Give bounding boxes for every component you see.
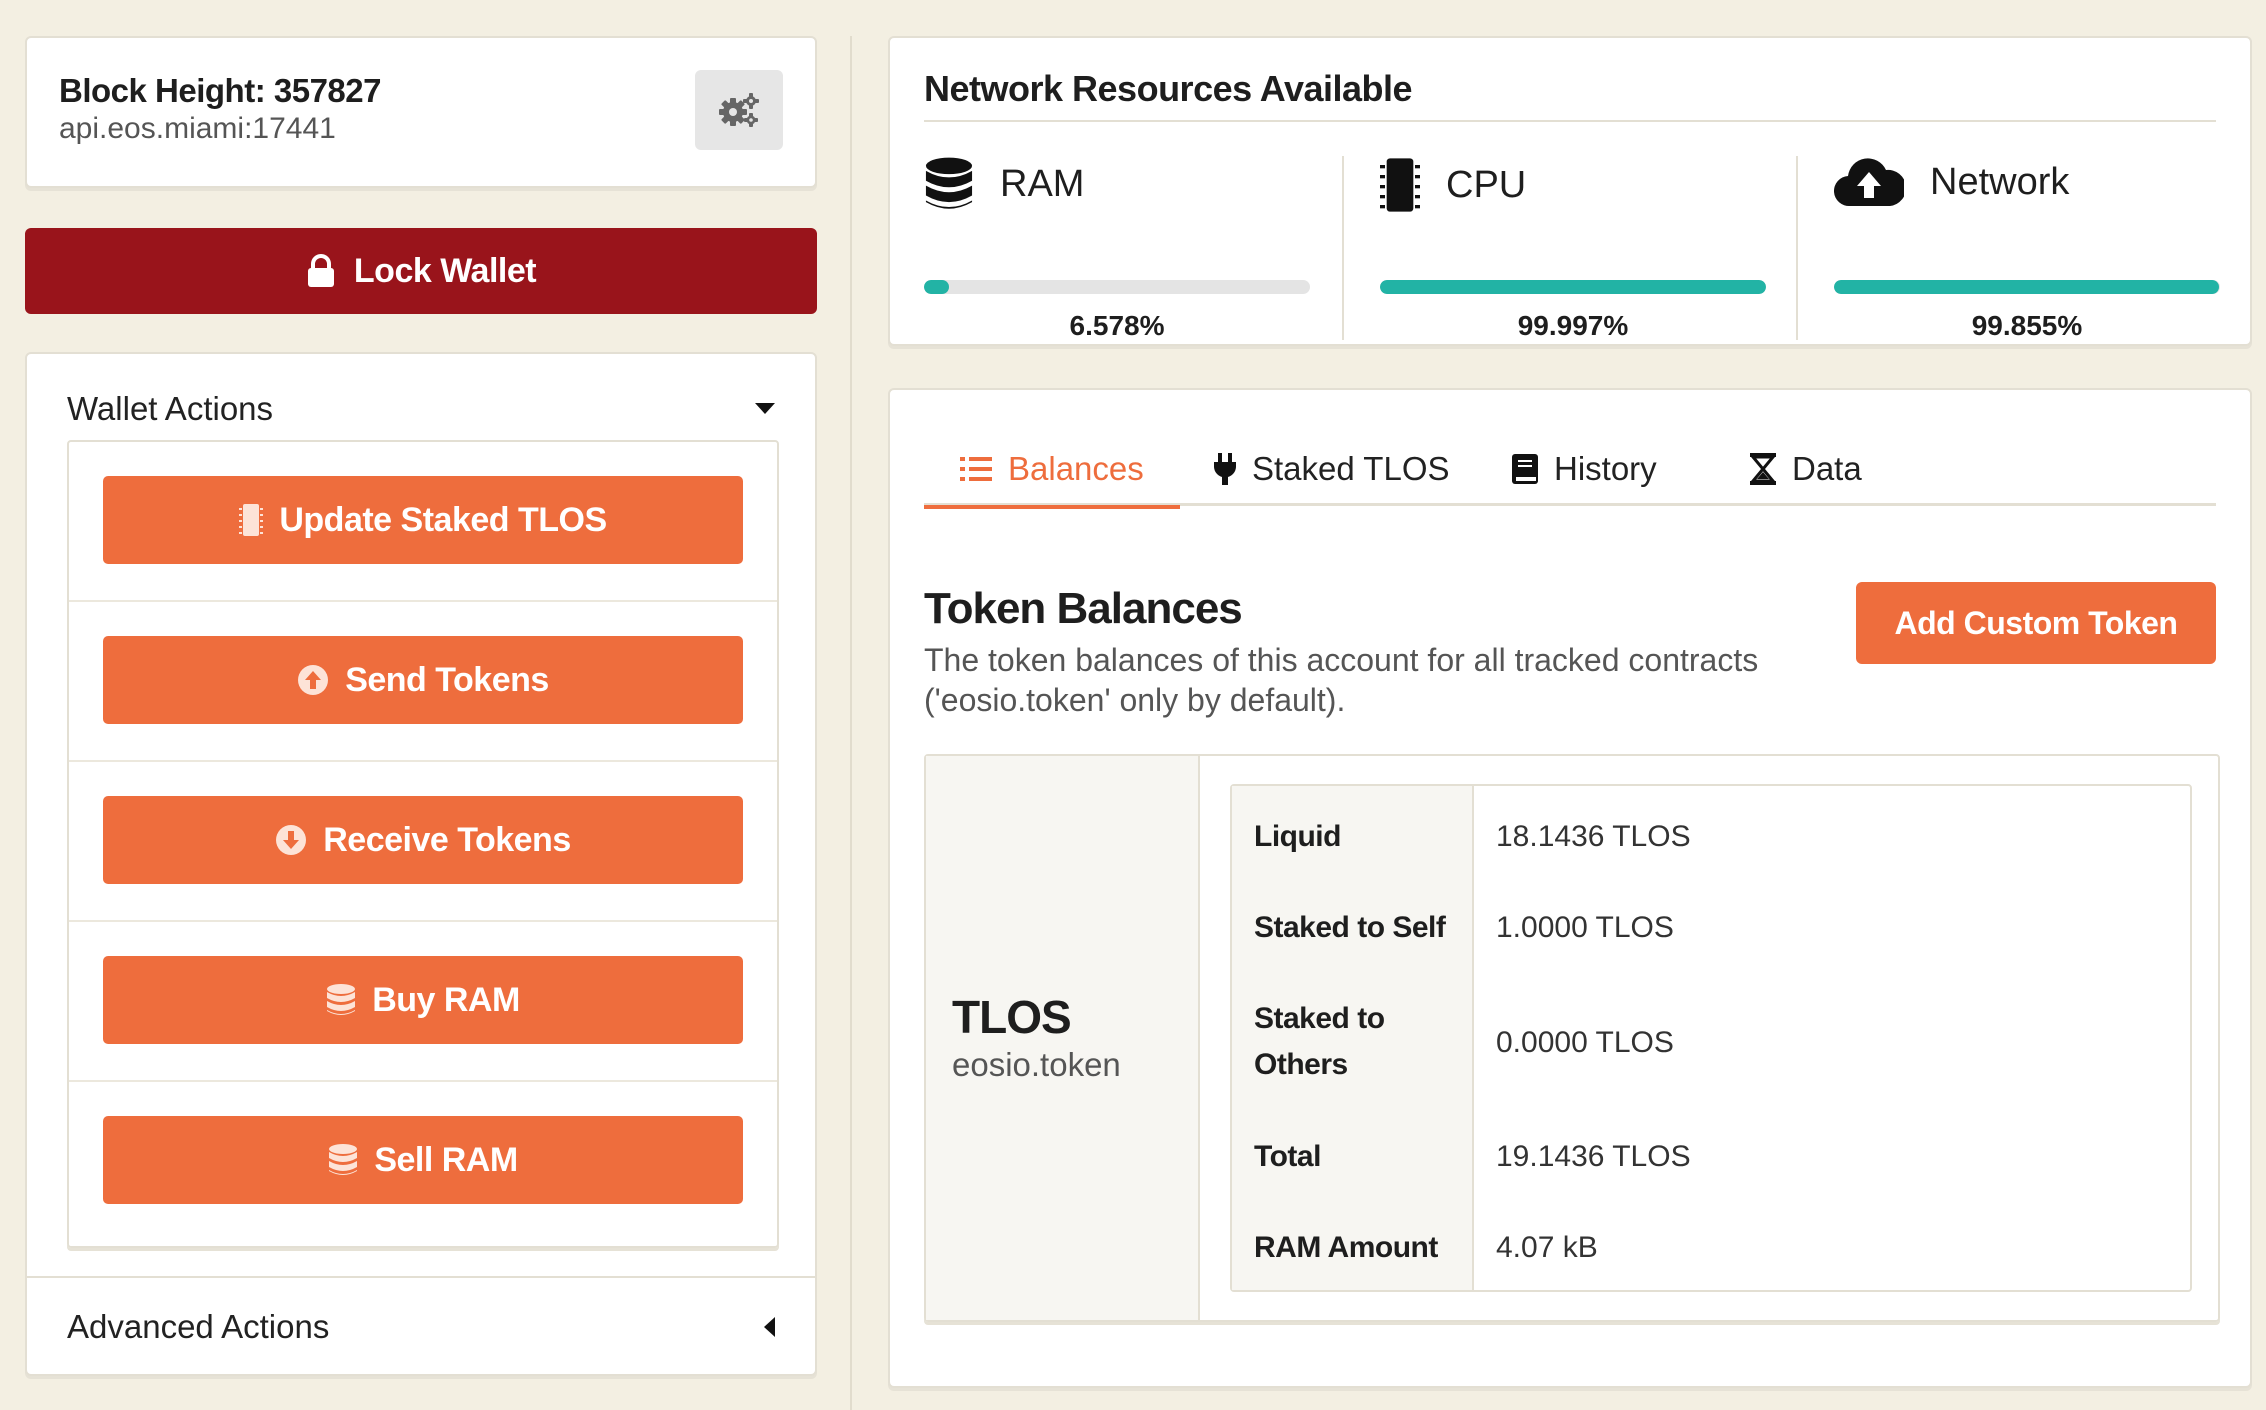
- progress-bar: [924, 280, 1310, 294]
- resource-percent: 99.997%: [1517, 310, 1629, 341]
- list-item: Receive Tokens: [69, 762, 777, 922]
- api-endpoint: api.eos.miami:17441: [59, 112, 336, 145]
- row-label: Staked to Self: [1254, 911, 1446, 944]
- progress-bar: [1380, 280, 1766, 294]
- arrow-circle-down-icon: [275, 824, 307, 856]
- progress-fill: [924, 280, 950, 294]
- cogs-icon: [718, 92, 760, 128]
- database-icon: [328, 1143, 358, 1177]
- tab-label: Data: [1792, 450, 1862, 487]
- progress-fill: [1380, 280, 1766, 294]
- row-label: Liquid: [1254, 820, 1341, 853]
- progress-bar: [1834, 280, 2220, 294]
- list-item: Send Tokens: [69, 602, 777, 762]
- sell-ram-button[interactable]: Sell RAM: [103, 1116, 743, 1204]
- wallet-actions-header[interactable]: Wallet Actions: [67, 384, 775, 434]
- buy-ram-label: Buy RAM: [372, 980, 520, 1019]
- token-table: TLOS eosio.token Liquid 18.1436 TLOS Sta…: [924, 754, 2220, 1322]
- receive-tokens-label: Receive Tokens: [323, 820, 571, 859]
- add-custom-token-button[interactable]: Add Custom Token: [1856, 582, 2216, 664]
- resource-ram: RAM 6.578%: [924, 142, 1310, 341]
- list-item: Sell RAM: [69, 1082, 777, 1242]
- resource-name: RAM: [1000, 162, 1085, 205]
- plug-icon: [1214, 453, 1236, 485]
- microchip-icon: [1380, 156, 1420, 214]
- block-height-value: 357827: [273, 72, 382, 109]
- database-icon: [924, 156, 974, 212]
- block-height-label: Block Height:: [59, 72, 266, 109]
- update-staked-tlos-button[interactable]: Update Staked TLOS: [103, 476, 743, 564]
- wallet-actions-card: Wallet Actions Update Staked TLOS Send T…: [25, 352, 817, 1376]
- row-label: Total: [1254, 1140, 1321, 1173]
- tab-label: Staked TLOS: [1252, 450, 1450, 487]
- caret-left-icon: [763, 1317, 775, 1337]
- tab-label: Balances: [1008, 449, 1144, 487]
- row-label: Staked to Others: [1254, 1002, 1385, 1081]
- database-icon: [326, 983, 356, 1017]
- list-item: Buy RAM: [69, 922, 777, 1082]
- send-tokens-label: Send Tokens: [345, 660, 549, 699]
- arrow-circle-up-icon: [297, 664, 329, 696]
- row-label: RAM Amount: [1254, 1231, 1438, 1264]
- tab-staked-tlos[interactable]: Staked TLOS: [1214, 432, 1450, 506]
- hourglass-icon: [1750, 453, 1776, 485]
- block-height: Block Height: 357827: [59, 72, 381, 110]
- list-item: Update Staked TLOS: [69, 442, 777, 602]
- tab-balances[interactable]: Balances: [924, 432, 1180, 509]
- column-divider: [850, 36, 852, 1410]
- token-contract: eosio.token: [952, 1046, 1121, 1083]
- resource-cpu: CPU 99.997%: [1380, 142, 1766, 341]
- title-divider: [924, 120, 2216, 122]
- lock-icon: [306, 254, 336, 288]
- wallet-actions-list: Update Staked TLOS Send Tokens Receive T…: [67, 440, 779, 1248]
- lock-wallet-label: Lock Wallet: [353, 251, 537, 290]
- cloud-upload-icon: [1834, 156, 1904, 208]
- lock-wallet-button[interactable]: Lock Wallet: [25, 228, 817, 314]
- row-value: 19.1436 TLOS: [1496, 1140, 1691, 1173]
- token-balances-description: The token balances of this account for a…: [924, 642, 1759, 718]
- sell-ram-label: Sell RAM: [374, 1140, 518, 1179]
- send-tokens-button[interactable]: Send Tokens: [103, 636, 743, 724]
- network-resources-card: Network Resources Available RAM 6.578% C…: [888, 36, 2252, 346]
- row-value: 4.07 kB: [1496, 1231, 1598, 1264]
- tab-label: History: [1554, 450, 1657, 487]
- buy-ram-button[interactable]: Buy RAM: [103, 956, 743, 1044]
- token-symbol: TLOS: [952, 991, 1072, 1043]
- row-value: 18.1436 TLOS: [1496, 820, 1691, 853]
- progress-fill: [1834, 280, 2220, 294]
- wallet-actions-title: Wallet Actions: [67, 390, 274, 427]
- resource-name: Network: [1930, 160, 2070, 203]
- resource-network: Network 99.855%: [1834, 142, 2220, 341]
- resource-divider: [1796, 156, 1798, 340]
- balance-details-table: Liquid 18.1436 TLOS Staked to Self 1.000…: [1230, 784, 2192, 1292]
- resource-divider: [1342, 156, 1344, 340]
- book-icon: [1512, 454, 1538, 484]
- settings-button[interactable]: [695, 70, 783, 150]
- receive-tokens-button[interactable]: Receive Tokens: [103, 796, 743, 884]
- resource-percent: 6.578%: [1069, 310, 1165, 341]
- network-resources-title: Network Resources Available: [924, 68, 1413, 109]
- section-divider: [27, 1276, 815, 1278]
- tab-history[interactable]: History: [1512, 432, 1657, 506]
- advanced-actions-header[interactable]: Advanced Actions: [67, 1302, 775, 1352]
- caret-down-icon: [755, 403, 775, 415]
- resource-name: CPU: [1446, 163, 1527, 206]
- node-info-card: Block Height: 357827 api.eos.miami:17441: [25, 36, 817, 188]
- microchip-icon: [239, 503, 264, 537]
- tab-bar: Balances Staked TLOS History Data: [924, 432, 2216, 509]
- token-identity-cell: TLOS eosio.token: [926, 756, 1200, 1320]
- balances-card: Balances Staked TLOS History Data Token …: [888, 388, 2252, 1388]
- list-icon: [960, 456, 992, 482]
- advanced-actions-title: Advanced Actions: [67, 1308, 330, 1345]
- tab-data[interactable]: Data: [1750, 432, 1862, 506]
- update-staked-tlos-label: Update Staked TLOS: [279, 500, 607, 539]
- resource-percent: 99.855%: [1971, 310, 2083, 341]
- row-value: 1.0000 TLOS: [1496, 911, 1674, 944]
- row-value: 0.0000 TLOS: [1496, 1026, 1674, 1059]
- token-balances-title: Token Balances: [924, 584, 1243, 633]
